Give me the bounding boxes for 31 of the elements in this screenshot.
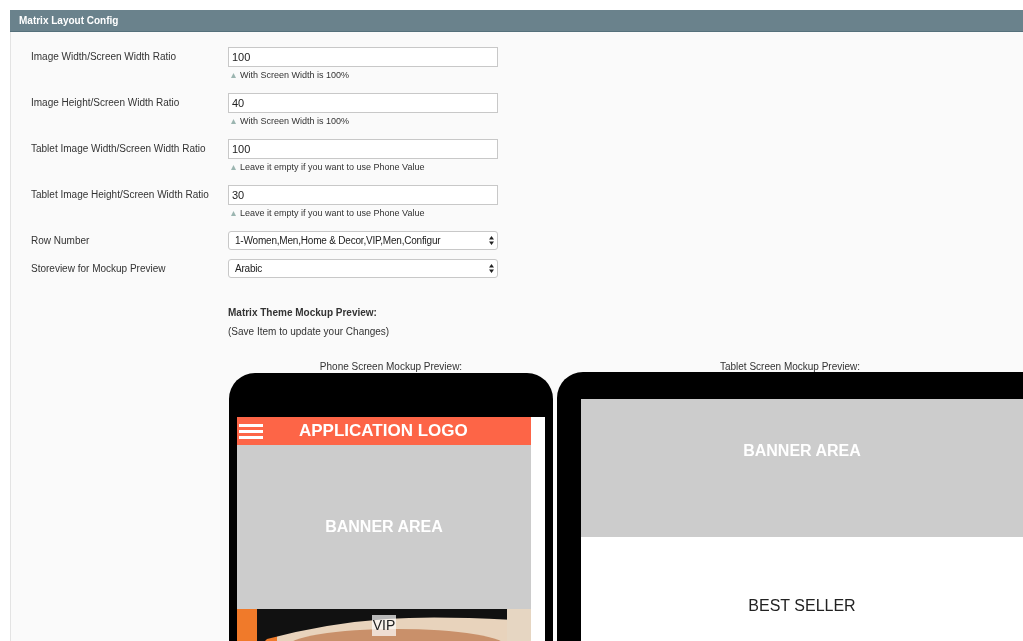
- field-hint: Leave it empty if you want to use Phone Value: [240, 162, 425, 173]
- app-logo-text: APPLICATION LOGO: [299, 420, 468, 443]
- field-label: Row Number: [31, 234, 91, 248]
- field-hint: Leave it empty if you want to use Phone Value: [240, 208, 425, 219]
- text-field[interactable]: 40: [228, 93, 498, 113]
- field-label: Tablet Image Height/Screen Width Ratio: [31, 188, 210, 202]
- tablet-caption: Tablet Screen Mockup Preview:: [719, 361, 861, 372]
- field-label: Tablet Image Width/Screen Width Ratio: [31, 142, 207, 156]
- hint-icon: [231, 73, 236, 78]
- select-field[interactable]: Arabic: [228, 259, 498, 278]
- field-hint: With Screen Width is 100%: [240, 70, 350, 81]
- hint-icon: [231, 119, 236, 124]
- stepper-icon: [489, 264, 494, 273]
- field-label: Image Width/Screen Width Ratio: [31, 50, 178, 64]
- field-label: Image Height/Screen Width Ratio: [31, 96, 181, 110]
- select-field[interactable]: 1-Women,Men,Home & Decor,VIP,Men,Configur: [228, 231, 498, 250]
- phone-caption: Phone Screen Mockup Preview:: [319, 361, 463, 372]
- stepper-icon: [489, 236, 494, 245]
- field-label: Storeview for Mockup Preview: [31, 262, 167, 276]
- preview-heading: Matrix Theme Mockup Preview:: [228, 306, 378, 320]
- field-hint: With Screen Width is 100%: [240, 116, 350, 127]
- panel-title: Matrix Layout Config: [19, 14, 119, 28]
- tile-label: VIP: [371, 615, 397, 636]
- hint-icon: [231, 211, 236, 216]
- section-title: BEST SELLER: [748, 596, 856, 614]
- menu-icon[interactable]: [239, 422, 263, 440]
- hint-icon: [231, 165, 236, 170]
- text-field[interactable]: 30: [228, 185, 498, 205]
- text-field[interactable]: 100: [228, 47, 498, 67]
- text-field[interactable]: 100: [228, 139, 498, 159]
- preview-note: (Save Item to update your Changes): [228, 325, 391, 339]
